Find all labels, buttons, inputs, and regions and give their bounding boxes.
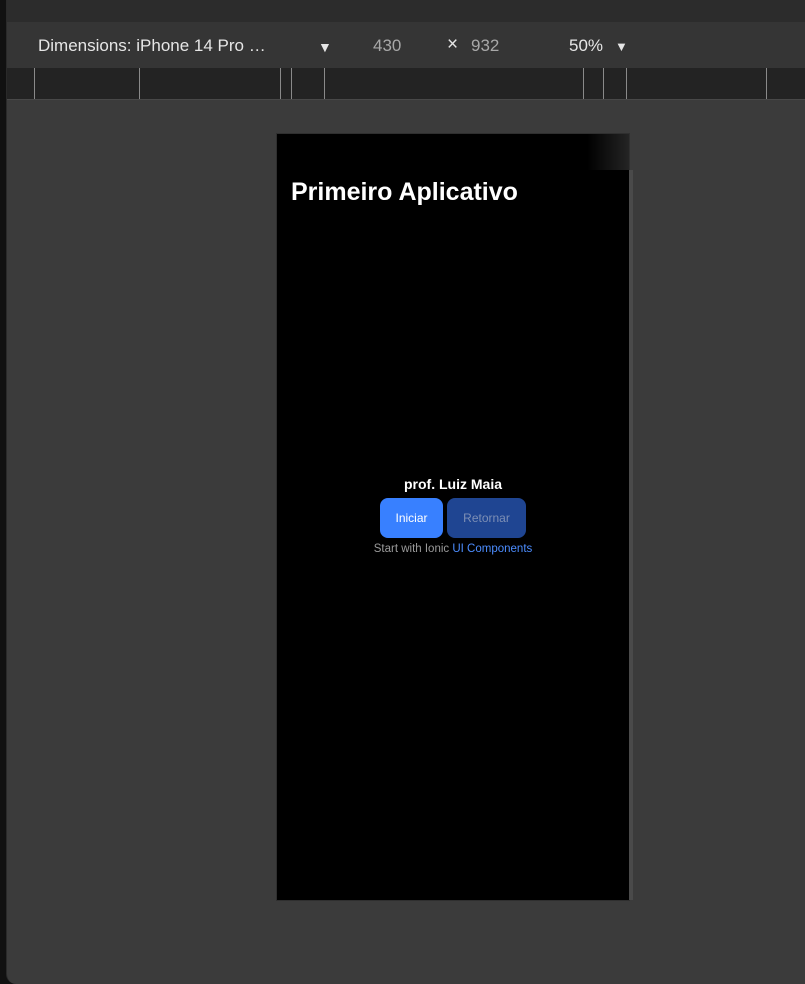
start-line: Start with Ionic UI Components bbox=[277, 543, 629, 555]
height-input[interactable]: 932 bbox=[471, 35, 499, 57]
chevron-down-icon[interactable]: ▼ bbox=[318, 36, 332, 58]
iniciar-button[interactable]: Iniciar bbox=[380, 498, 443, 538]
page-title: Primeiro Aplicativo bbox=[291, 178, 518, 206]
dimensions-select[interactable]: Dimensions: iPhone 14 Pro … bbox=[38, 35, 266, 57]
devtools-workspace: Dimensions: iPhone 14 Pro … ▼ 430 × 932 … bbox=[6, 0, 805, 984]
ruler-tick bbox=[324, 68, 325, 99]
ruler-tick bbox=[139, 68, 140, 99]
author-name: prof. Luiz Maia bbox=[404, 476, 502, 492]
ruler-tick bbox=[291, 68, 292, 99]
ruler-tick bbox=[603, 68, 604, 99]
scrollbar[interactable] bbox=[629, 170, 633, 900]
center-content: prof. Luiz Maia Iniciar Retornar Start w… bbox=[277, 476, 629, 555]
close-icon: × bbox=[447, 34, 459, 55]
device-viewport: Primeiro Aplicativo prof. Luiz Maia Inic… bbox=[277, 134, 633, 900]
chevron-down-icon[interactable]: ▼ bbox=[615, 36, 628, 58]
device-toolbar: Dimensions: iPhone 14 Pro … ▼ 430 × 932 … bbox=[7, 22, 805, 68]
ruler-tick bbox=[626, 68, 627, 99]
button-row: Iniciar Retornar bbox=[277, 498, 629, 538]
start-text: Start with Ionic bbox=[373, 543, 450, 555]
media-query-ruler[interactable] bbox=[7, 68, 805, 100]
ruler-tick bbox=[280, 68, 281, 99]
width-input[interactable]: 430 bbox=[373, 35, 401, 57]
retornar-button[interactable]: Retornar bbox=[447, 498, 526, 538]
top-strip bbox=[7, 0, 805, 23]
zoom-select[interactable]: 50% bbox=[569, 35, 603, 57]
ruler-tick bbox=[583, 68, 584, 99]
header-shade bbox=[587, 134, 629, 170]
ruler-tick bbox=[766, 68, 767, 99]
ruler-tick bbox=[34, 68, 35, 99]
ui-components-link[interactable]: UI Components bbox=[452, 543, 532, 555]
